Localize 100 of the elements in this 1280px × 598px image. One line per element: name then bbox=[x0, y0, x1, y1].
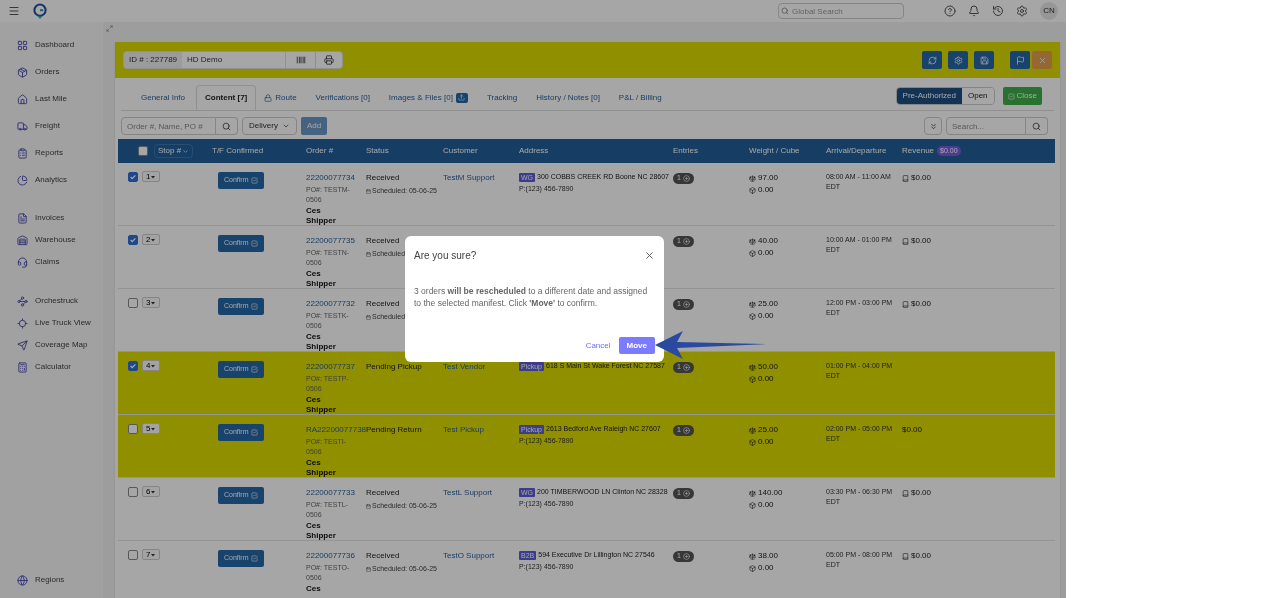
customer-link[interactable]: TestM Support bbox=[443, 173, 495, 182]
lock-icon bbox=[264, 93, 273, 102]
stop-select[interactable]: 2 bbox=[142, 234, 161, 245]
row-checkbox[interactable] bbox=[128, 172, 138, 182]
customer-link[interactable]: Test Vendor bbox=[443, 362, 486, 371]
order-search-field[interactable]: Order #, Name, PO # bbox=[121, 117, 216, 135]
menu-icon[interactable] bbox=[8, 5, 20, 17]
sidebar-item[interactable]: Regions bbox=[17, 572, 103, 588]
help-icon[interactable] bbox=[944, 5, 956, 17]
column-header: Customer bbox=[443, 145, 479, 157]
route-icon bbox=[17, 295, 28, 307]
user-avatar[interactable]: CN bbox=[1040, 2, 1058, 20]
order-link[interactable]: 22200077736 bbox=[306, 550, 355, 562]
sidebar-item[interactable]: Coverage Map bbox=[17, 337, 103, 353]
checkbox-icon bbox=[250, 303, 258, 310]
order-link[interactable]: 22200077734 bbox=[306, 172, 355, 184]
stop-sort-button[interactable]: Stop # bbox=[154, 144, 194, 158]
type-select[interactable]: Delivery bbox=[242, 117, 297, 135]
sidebar-item[interactable]: Orchestruck bbox=[17, 293, 103, 309]
order-link[interactable]: RA22200077738 bbox=[306, 424, 367, 436]
stop-select[interactable]: 6 bbox=[142, 486, 161, 497]
customer-link[interactable]: TestL Support bbox=[443, 488, 493, 497]
cube-value: 0.00 bbox=[758, 499, 774, 511]
save-icon bbox=[979, 55, 989, 65]
scale-icon bbox=[749, 237, 756, 245]
order-status: Received bbox=[366, 550, 400, 562]
order-link[interactable]: 22200077735 bbox=[306, 235, 355, 247]
sidebar-item[interactable]: Dashboard bbox=[17, 37, 103, 53]
search-button[interactable] bbox=[1026, 117, 1048, 135]
caret-icon bbox=[150, 173, 157, 180]
checkbox-icon bbox=[250, 366, 258, 373]
expand-icon[interactable] bbox=[106, 25, 113, 32]
table-search-field[interactable]: Search... bbox=[946, 117, 1026, 135]
expand-all-button[interactable] bbox=[924, 117, 942, 135]
stop-select[interactable]: 4 bbox=[142, 360, 161, 371]
settings-icon[interactable] bbox=[1016, 5, 1028, 17]
cube-value: 0.00 bbox=[758, 562, 774, 574]
status-toggle[interactable]: Pre-Authorized bbox=[896, 88, 962, 104]
caret-icon bbox=[182, 147, 190, 155]
checkbox-icon bbox=[250, 429, 258, 436]
row-checkbox[interactable] bbox=[128, 424, 138, 434]
sidebar-item[interactable]: Freight bbox=[17, 118, 103, 134]
tab[interactable]: Images & Files [0] bbox=[380, 85, 476, 110]
tab[interactable]: General Info bbox=[133, 85, 194, 110]
move-button[interactable]: Move bbox=[618, 337, 655, 354]
sidebar-item[interactable]: Live Truck View bbox=[17, 315, 103, 331]
name-field[interactable]: HD Demo bbox=[182, 52, 287, 68]
checkbox-icon bbox=[1007, 92, 1015, 100]
tab[interactable]: Content [7] bbox=[196, 85, 257, 110]
close-icon[interactable] bbox=[644, 250, 655, 261]
tab[interactable]: Verifications [0] bbox=[307, 85, 378, 110]
search-button[interactable] bbox=[216, 117, 238, 135]
document-icon bbox=[17, 212, 28, 224]
order-link[interactable]: 22200077737 bbox=[306, 361, 355, 373]
sidebar-item[interactable]: Calculator bbox=[17, 359, 103, 375]
settings-button[interactable] bbox=[948, 51, 968, 69]
order-link[interactable]: 22200077733 bbox=[306, 487, 355, 499]
scale-icon bbox=[749, 426, 756, 434]
weight-value: 38.00 bbox=[758, 550, 779, 562]
customer-link[interactable]: Test Pickup bbox=[443, 425, 484, 434]
sidebar-item[interactable]: Invoices bbox=[17, 210, 103, 226]
tab[interactable]: Tracking bbox=[478, 85, 526, 110]
sidebar-item[interactable]: Analytics bbox=[17, 172, 103, 188]
row-checkbox[interactable] bbox=[128, 550, 138, 560]
row-checkbox[interactable] bbox=[128, 361, 138, 371]
refresh-icon bbox=[927, 55, 937, 65]
shipper-name: Ces Shipper bbox=[306, 395, 337, 415]
select-all-checkbox[interactable] bbox=[138, 146, 148, 156]
flag-icon bbox=[1015, 55, 1025, 65]
tab[interactable]: Route bbox=[256, 85, 305, 110]
stop-select[interactable]: 7 bbox=[142, 549, 161, 560]
shipper-name: Ces Shipper bbox=[306, 269, 337, 289]
flag-button[interactable] bbox=[1010, 51, 1030, 69]
stop-select[interactable]: 3 bbox=[142, 297, 161, 308]
stop-select[interactable]: 1 bbox=[142, 171, 161, 182]
sidebar-item[interactable]: Claims bbox=[17, 254, 103, 270]
refresh-button[interactable] bbox=[922, 51, 942, 69]
sidebar-item[interactable]: Warehouse bbox=[17, 232, 103, 248]
bell-icon[interactable] bbox=[968, 5, 980, 17]
row-checkbox[interactable] bbox=[128, 235, 138, 245]
scale-icon bbox=[749, 363, 756, 371]
row-checkbox[interactable] bbox=[128, 487, 138, 497]
history-icon[interactable] bbox=[992, 5, 1004, 17]
save-button[interactable] bbox=[974, 51, 994, 69]
tab[interactable]: History / Notes [0] bbox=[528, 85, 608, 110]
upload-icon[interactable] bbox=[455, 92, 468, 103]
sidebar-item[interactable]: Orders bbox=[17, 64, 103, 80]
cube-icon bbox=[749, 249, 756, 257]
sidebar-item[interactable]: Last Mile bbox=[17, 91, 103, 107]
weight-value: 50.00 bbox=[758, 361, 779, 373]
sidebar-item[interactable]: Reports bbox=[17, 145, 103, 161]
customer-link[interactable]: TestO Support bbox=[443, 551, 495, 560]
tab[interactable]: P&L / Billing bbox=[610, 85, 670, 110]
row-checkbox[interactable] bbox=[128, 298, 138, 308]
scale-icon bbox=[749, 552, 756, 560]
close-icon bbox=[1037, 55, 1047, 65]
order-link[interactable]: 22200077732 bbox=[306, 298, 355, 310]
column-header: Revenue bbox=[902, 145, 935, 157]
stop-select[interactable]: 5 bbox=[142, 423, 161, 434]
cancel-button[interactable]: Cancel bbox=[585, 339, 611, 352]
